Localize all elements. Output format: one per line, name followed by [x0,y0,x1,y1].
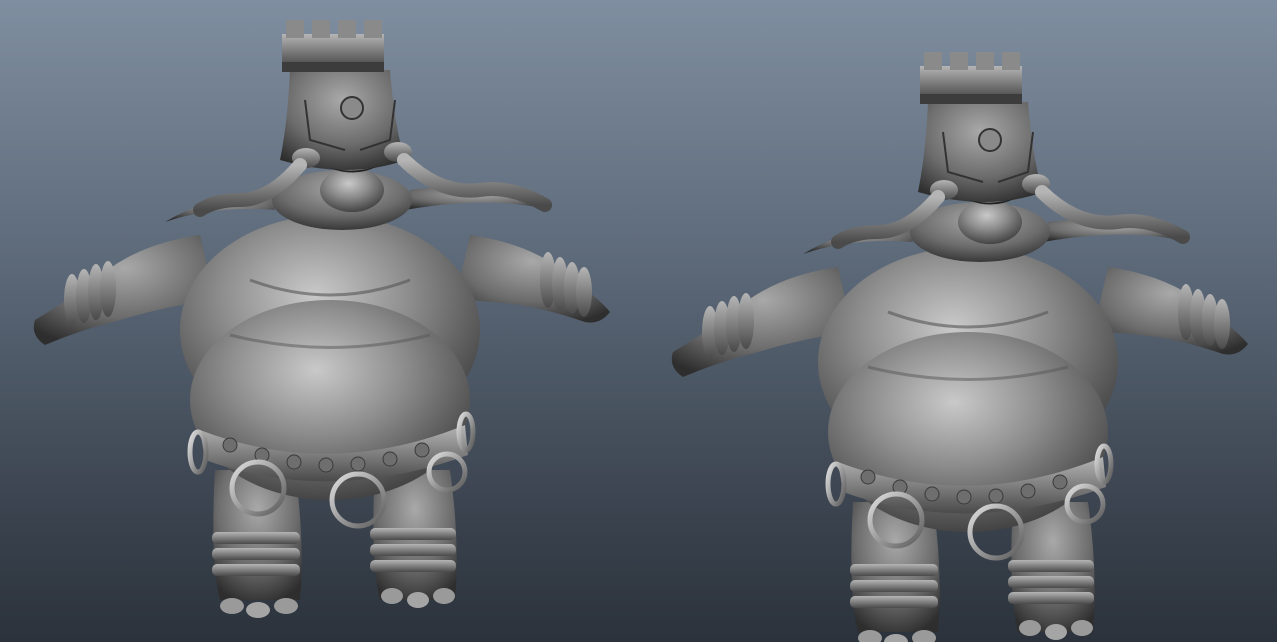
viewport-scene [0,0,1277,642]
monster-model-right [672,52,1248,642]
3d-viewport[interactable] [0,0,1277,642]
monster-model-left [34,20,610,618]
